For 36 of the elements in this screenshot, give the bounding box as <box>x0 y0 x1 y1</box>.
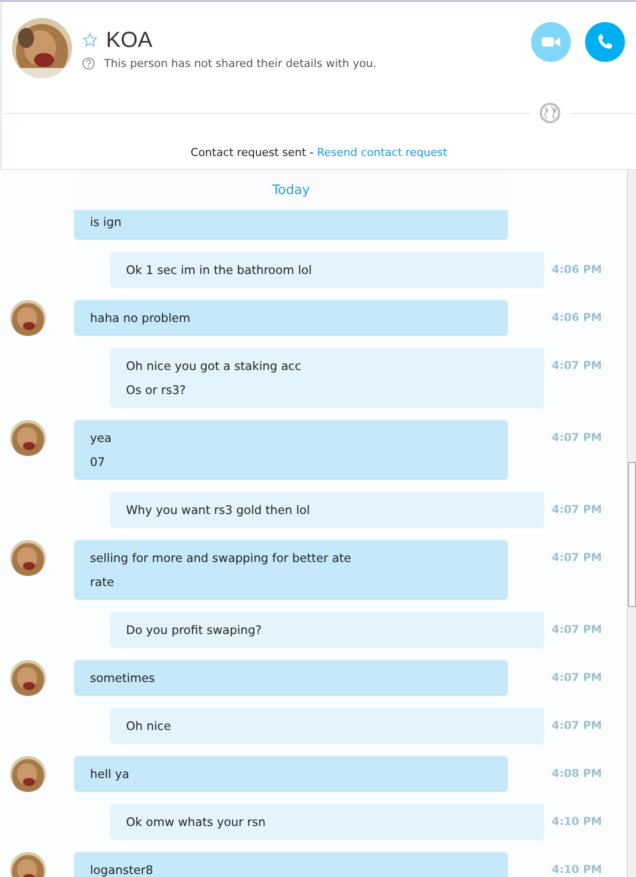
message-time: 4:07 PM <box>552 623 602 638</box>
resend-request-link[interactable]: Resend contact request <box>317 146 448 159</box>
help-icon <box>82 56 95 70</box>
received-message: selling for more and swapping for better ate rate <box>74 540 508 600</box>
star-icon[interactable] <box>82 32 98 48</box>
received-message: loganster8 <box>74 852 508 877</box>
received-message: is ign <box>74 210 508 240</box>
received-message: yea 07 <box>74 420 508 480</box>
contact-name: KOA <box>106 26 152 52</box>
scrollbar[interactable] <box>627 170 636 877</box>
globe-icon[interactable] <box>539 102 561 124</box>
contact-status: This person has not shared their details with you. <box>104 56 376 70</box>
video-call-button[interactable] <box>531 22 571 62</box>
sent-message: Do you profit swaping? <box>110 612 544 648</box>
received-message: haha no problem <box>74 300 508 336</box>
message-time: 4:07 PM <box>552 431 602 446</box>
message-time: 4:07 PM <box>552 719 602 734</box>
message-time: 4:07 PM <box>552 503 602 518</box>
message-time: 4:08 PM <box>552 767 602 782</box>
message-time: 4:07 PM <box>552 671 602 686</box>
message-time: 4:06 PM <box>552 311 602 326</box>
sent-message: Why you want rs3 gold then lol <box>110 492 544 528</box>
message-time: 4:06 PM <box>552 263 602 278</box>
sent-message: Ok omw whats your rsn <box>110 804 544 840</box>
request-status: Contact request sent - <box>190 146 314 159</box>
message-time: 4:10 PM <box>552 815 602 830</box>
date-separator: Today <box>272 182 310 198</box>
call-button[interactable] <box>585 22 625 62</box>
sent-message: Oh nice <box>110 708 544 744</box>
sent-message: Ok 1 sec im in the bathroom lol <box>110 252 544 288</box>
received-message: hell ya <box>74 756 508 792</box>
sent-message: Oh nice you got a staking acc Os or rs3? <box>110 348 544 408</box>
message-time: 4:10 PM <box>552 863 602 877</box>
received-message: sometimes <box>74 660 508 696</box>
message-time: 4:07 PM <box>552 359 602 374</box>
message-time: 4:07 PM <box>552 551 602 566</box>
